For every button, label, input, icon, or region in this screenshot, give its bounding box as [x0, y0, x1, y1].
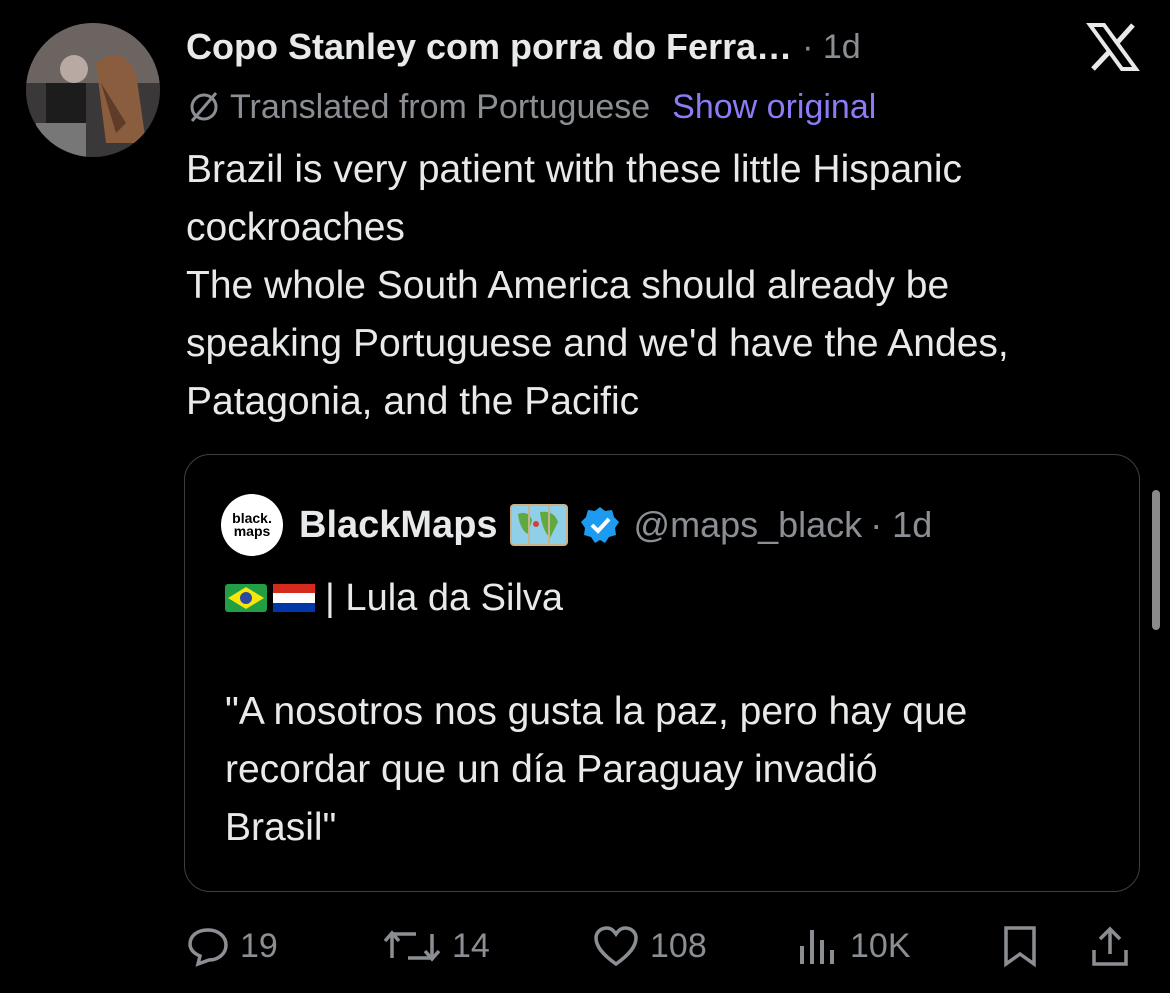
brazil-flag-icon	[225, 584, 267, 612]
like-count: 108	[650, 926, 707, 965]
quoted-tweet-card[interactable]: black. maps BlackMaps @maps_black · 1d |…	[184, 454, 1140, 892]
quoted-text-line: "A nosotros nos gusta la paz, pero hay q…	[225, 690, 968, 733]
share-button[interactable]	[1088, 918, 1132, 974]
tweet-text-line: cockroaches	[186, 206, 405, 249]
logo-text-line: maps	[233, 523, 271, 539]
bookmark-icon	[1004, 926, 1036, 968]
tweet-text-line: Brazil is very patient with these little…	[186, 148, 962, 191]
translated-label: Translated from Portuguese	[230, 87, 651, 126]
translate-icon	[190, 92, 218, 122]
reply-icon	[188, 928, 228, 967]
tweet-text-line: speaking Portuguese and we'd have the An…	[186, 322, 1009, 365]
quoted-tweet-time[interactable]: · 1d	[870, 504, 932, 546]
views-button[interactable]: 10K	[796, 918, 911, 974]
reply-count: 19	[240, 926, 278, 965]
quoted-author-avatar[interactable]: black. maps	[221, 494, 283, 556]
tweet-text-line: Patagonia, and the Pacific	[186, 380, 640, 423]
tweet-actions-bar: 19 14 108 10K	[186, 918, 1146, 974]
author-avatar[interactable]	[26, 23, 160, 157]
bookmark-button[interactable]	[1000, 918, 1040, 974]
translation-notice: Translated from Portuguese Show original	[186, 84, 876, 130]
retweet-button[interactable]: 14	[382, 918, 490, 974]
tweet-text: Brazil is very patient with these little…	[186, 141, 1146, 431]
quoted-tweet-header: black. maps BlackMaps @maps_black · 1d	[221, 494, 932, 556]
share-icon	[1092, 926, 1128, 966]
tweet-header: Copo Stanley com porra do Ferra… · 1d	[186, 22, 861, 72]
scrollbar[interactable]	[1152, 490, 1160, 630]
tweet-text-line: The whole South America should already b…	[186, 264, 950, 307]
views-count: 10K	[850, 926, 911, 965]
author-name[interactable]: Copo Stanley com porra do Ferra…	[186, 26, 792, 68]
retweet-count: 14	[452, 926, 490, 965]
map-emoji-icon	[509, 504, 568, 546]
tweet-time[interactable]: · 1d	[802, 28, 861, 67]
paraguay-flag-icon	[273, 584, 315, 612]
quoted-author-name[interactable]: BlackMaps	[299, 504, 498, 547]
retweet-icon	[383, 930, 441, 962]
heart-icon	[594, 926, 638, 967]
quoted-tweet-body: "A nosotros nos gusta la paz, pero hay q…	[225, 683, 967, 857]
verified-badge-icon	[580, 507, 619, 543]
show-original-link[interactable]: Show original	[672, 88, 876, 127]
quoted-author-handle[interactable]: @maps_black	[634, 504, 863, 546]
quoted-text-line: recordar que un día Paraguay invadió	[225, 748, 878, 791]
quoted-tweet-headline: | Lula da Silva	[325, 576, 564, 619]
like-button[interactable]: 108	[592, 918, 707, 974]
quoted-text-line: Brasil"	[225, 806, 337, 849]
views-icon	[800, 930, 834, 964]
quoted-tweet-first-line: | Lula da Silva	[225, 573, 563, 623]
reply-button[interactable]: 19	[186, 918, 278, 974]
x-logo-icon[interactable]	[1086, 22, 1140, 72]
